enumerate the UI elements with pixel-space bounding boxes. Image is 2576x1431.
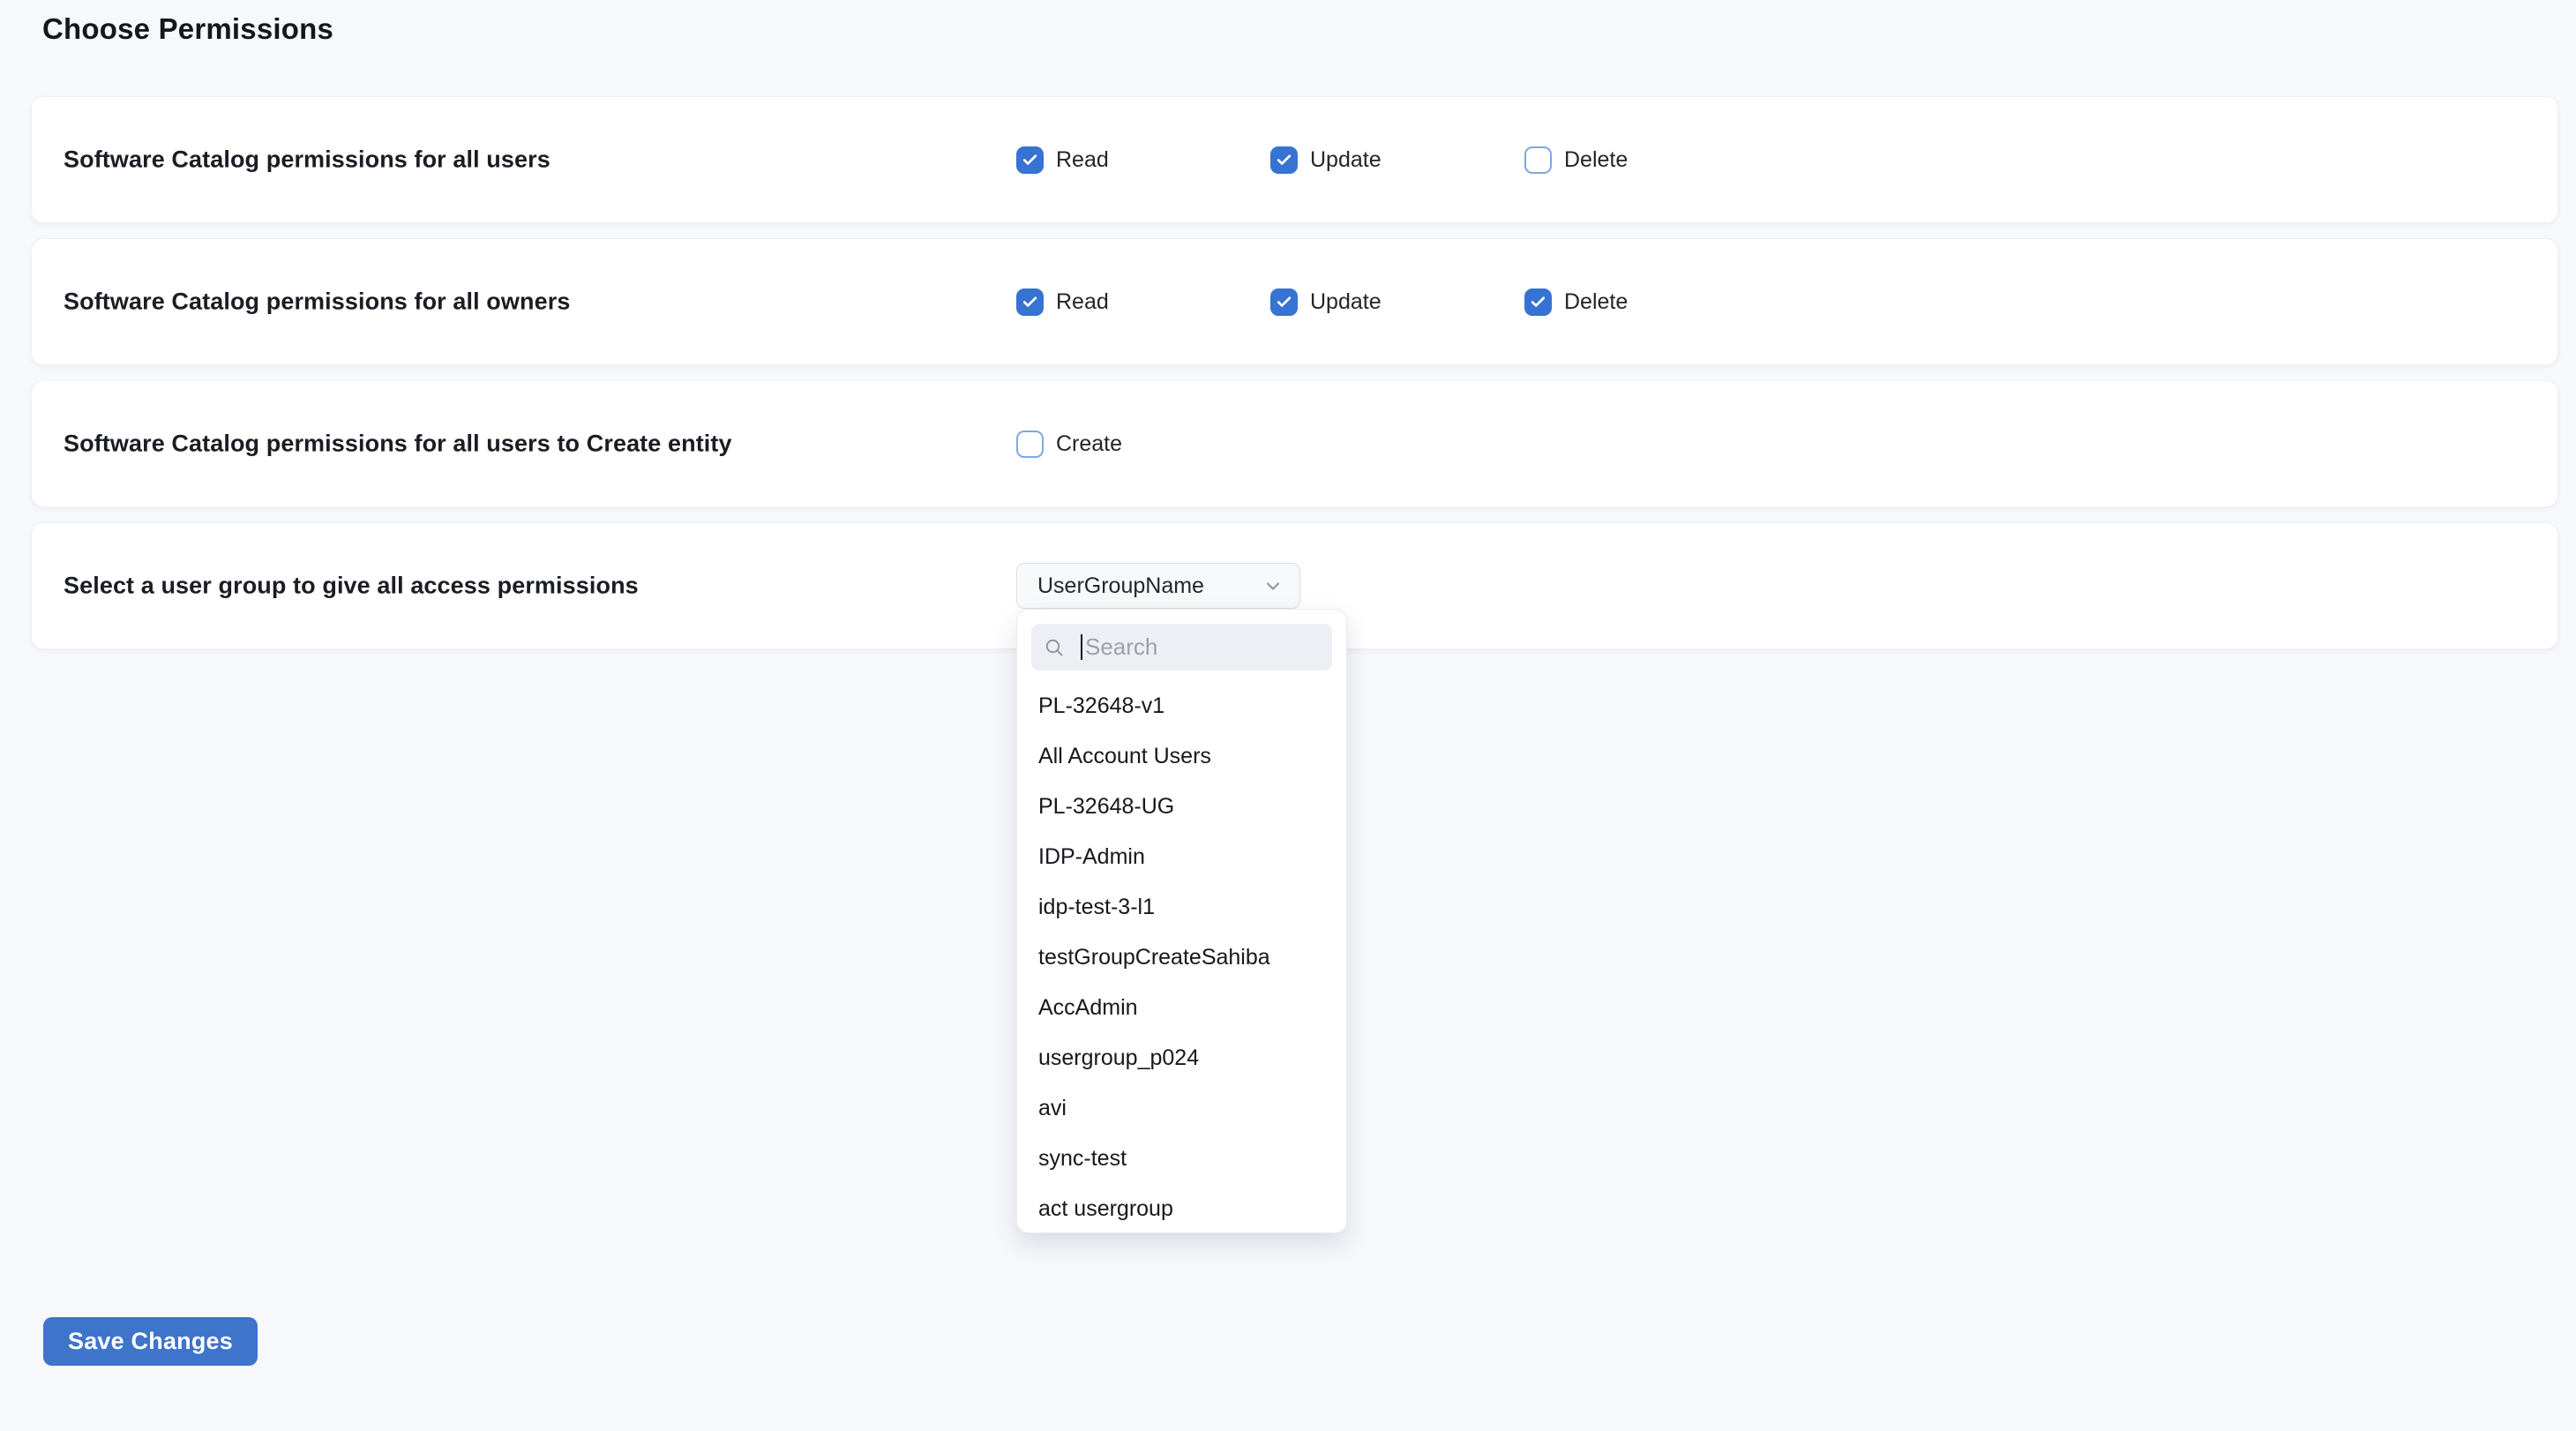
delete-checkbox[interactable]: [1524, 288, 1552, 316]
card-title: Software Catalog permissions for all use…: [64, 431, 732, 458]
user-group-option[interactable]: idp-test-3-l1: [1017, 882, 1346, 933]
user-group-option[interactable]: act usergroup: [1017, 1184, 1346, 1233]
search-placeholder: Search: [1085, 633, 1157, 661]
user-group-option[interactable]: PL-32648-UG: [1017, 782, 1346, 832]
update-checkbox-item[interactable]: Update: [1270, 146, 1524, 174]
page-title: Choose Permissions: [42, 12, 333, 46]
checkbox-row: Read Update Delete: [1016, 97, 1778, 222]
user-group-dropdown[interactable]: UserGroupName: [1016, 563, 1300, 609]
checkbox-label: Delete: [1564, 289, 1628, 315]
checkbox-label: Delete: [1564, 147, 1628, 173]
update-checkbox[interactable]: [1270, 288, 1298, 316]
user-group-option[interactable]: PL-32648-v1: [1017, 681, 1346, 731]
check-icon: [1530, 294, 1546, 311]
read-checkbox-item[interactable]: Read: [1016, 288, 1270, 316]
user-group-list: PL-32648-v1All Account UsersPL-32648-UGI…: [1017, 671, 1346, 1233]
checkbox-label: Create: [1056, 431, 1122, 457]
read-checkbox[interactable]: [1016, 288, 1044, 316]
chevron-down-icon: [1262, 575, 1284, 596]
card-create-entity-permission: Software Catalog permissions for all use…: [31, 380, 2558, 507]
card-title: Select a user group to give all access p…: [64, 573, 639, 600]
checkbox-row: Create: [1016, 381, 1270, 506]
checkbox-label: Update: [1310, 147, 1382, 173]
checkbox-label: Read: [1056, 289, 1109, 315]
save-changes-button[interactable]: Save Changes: [43, 1317, 258, 1366]
check-icon: [1022, 152, 1038, 169]
card-all-users-permissions: Software Catalog permissions for all use…: [31, 96, 2558, 223]
user-group-option[interactable]: AccAdmin: [1017, 983, 1346, 1033]
user-group-dropdown-panel: Search PL-32648-v1All Account UsersPL-32…: [1016, 609, 1347, 1233]
update-checkbox-item[interactable]: Update: [1270, 288, 1524, 316]
text-cursor: [1081, 634, 1082, 660]
delete-checkbox-item[interactable]: Delete: [1524, 288, 1778, 316]
dropdown-selected-value: UserGroupName: [1037, 573, 1204, 599]
delete-checkbox-item[interactable]: Delete: [1524, 146, 1778, 174]
create-checkbox[interactable]: [1016, 431, 1044, 458]
check-icon: [1276, 152, 1292, 169]
read-checkbox[interactable]: [1016, 146, 1044, 174]
user-group-option[interactable]: IDP-Admin: [1017, 832, 1346, 882]
card-all-owners-permissions: Software Catalog permissions for all own…: [31, 238, 2558, 365]
create-checkbox-item[interactable]: Create: [1016, 431, 1270, 458]
delete-checkbox[interactable]: [1524, 146, 1552, 174]
user-group-option[interactable]: avi: [1017, 1083, 1346, 1134]
search-icon: [1044, 637, 1065, 658]
update-checkbox[interactable]: [1270, 146, 1298, 174]
user-group-option[interactable]: All Account Users: [1017, 731, 1346, 782]
checkbox-row: Read Update Delete: [1016, 239, 1778, 364]
user-group-option[interactable]: sync-test: [1017, 1134, 1346, 1184]
checkbox-label: Read: [1056, 147, 1109, 173]
user-group-option[interactable]: testGroupCreateSahiba: [1017, 933, 1346, 983]
check-icon: [1022, 294, 1038, 311]
checkbox-label: Update: [1310, 289, 1382, 315]
card-title: Software Catalog permissions for all use…: [64, 146, 550, 174]
search-input[interactable]: Search: [1031, 624, 1332, 671]
check-icon: [1276, 294, 1292, 311]
user-group-option[interactable]: usergroup_p024: [1017, 1033, 1346, 1083]
read-checkbox-item[interactable]: Read: [1016, 146, 1270, 174]
card-title: Software Catalog permissions for all own…: [64, 288, 570, 316]
